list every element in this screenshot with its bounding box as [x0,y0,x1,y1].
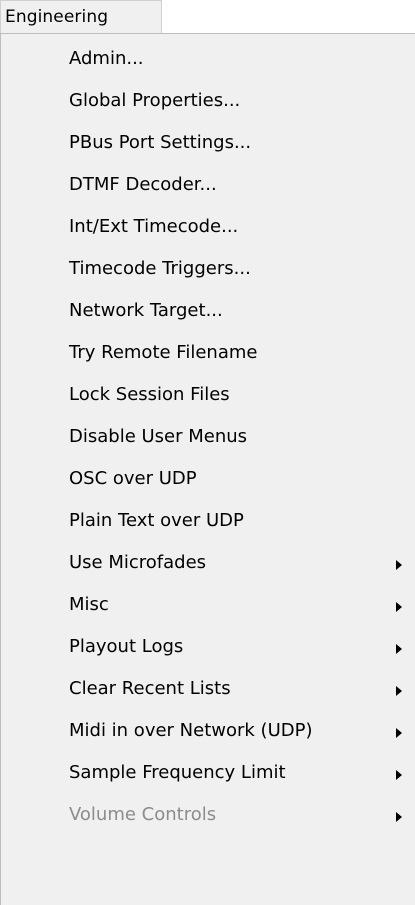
menu-item-use-microfades[interactable]: Use Microfades [1,544,415,586]
submenu-arrow-icon [396,602,402,612]
menu-item-label: Use Microfades [69,552,207,573]
menu-item-label: PBus Port Settings... [69,132,252,153]
submenu-arrow-icon [396,770,402,780]
menu-item-label: Admin... [69,48,144,69]
menu-item-label: Sample Frequency Limit [69,762,286,783]
menu-item-label: Misc [69,594,109,615]
menu-item-global-properties[interactable]: Global Properties... [1,82,415,124]
submenu-arrow-icon [396,560,402,570]
submenu-arrow-icon [396,686,402,696]
menu-item-label: Try Remote Filename [69,342,258,363]
menubar-engineering[interactable]: Engineering [0,0,162,34]
menu-item-label: Midi in over Network (UDP) [69,720,313,741]
menu-item-lock-session-files[interactable]: Lock Session Files [1,376,415,418]
menu-item-clear-recent-lists[interactable]: Clear Recent Lists [1,670,415,712]
menu-item-sample-frequency-limit[interactable]: Sample Frequency Limit [1,754,415,796]
submenu-arrow-icon [396,644,402,654]
menu-item-label: OSC over UDP [69,468,197,489]
menu-item-misc[interactable]: Misc [1,586,415,628]
menu-item-timecode-triggers[interactable]: Timecode Triggers... [1,250,415,292]
menu-item-label: Disable User Menus [69,426,248,447]
menu-item-label: Int/Ext Timecode... [69,216,239,237]
menu-item-int-ext-timecode[interactable]: Int/Ext Timecode... [1,208,415,250]
menu-item-label: Playout Logs [69,636,184,657]
menu-item-plain-text-over-udp[interactable]: Plain Text over UDP [1,502,415,544]
menu-item-label: Global Properties... [69,90,241,111]
menu-item-label: Network Target... [69,300,223,321]
menu-item-label: Plain Text over UDP [69,510,244,531]
menu-item-dtmf-decoder[interactable]: DTMF Decoder... [1,166,415,208]
submenu-arrow-icon [396,812,402,822]
menu-item-playout-logs[interactable]: Playout Logs [1,628,415,670]
engineering-dropdown-menu: Admin... Global Properties... PBus Port … [0,33,415,905]
menu-item-try-remote-filename[interactable]: Try Remote Filename [1,334,415,376]
menubar-title: Engineering [5,7,109,27]
menu-item-disable-user-menus[interactable]: Disable User Menus [1,418,415,460]
menu-item-volume-controls: Volume Controls [1,796,415,838]
menu-item-osc-over-udp[interactable]: OSC over UDP [1,460,415,502]
menu-item-label: Volume Controls [69,804,217,825]
menu-item-label: Timecode Triggers... [69,258,251,279]
menu-item-label: DTMF Decoder... [69,174,217,195]
menu-item-network-target[interactable]: Network Target... [1,292,415,334]
menu-item-midi-in-over-network[interactable]: Midi in over Network (UDP) [1,712,415,754]
menu-item-label: Lock Session Files [69,384,230,405]
menu-item-pbus-port-settings[interactable]: PBus Port Settings... [1,124,415,166]
menu-item-admin[interactable]: Admin... [1,40,415,82]
submenu-arrow-icon [396,728,402,738]
menu-item-label: Clear Recent Lists [69,678,231,699]
